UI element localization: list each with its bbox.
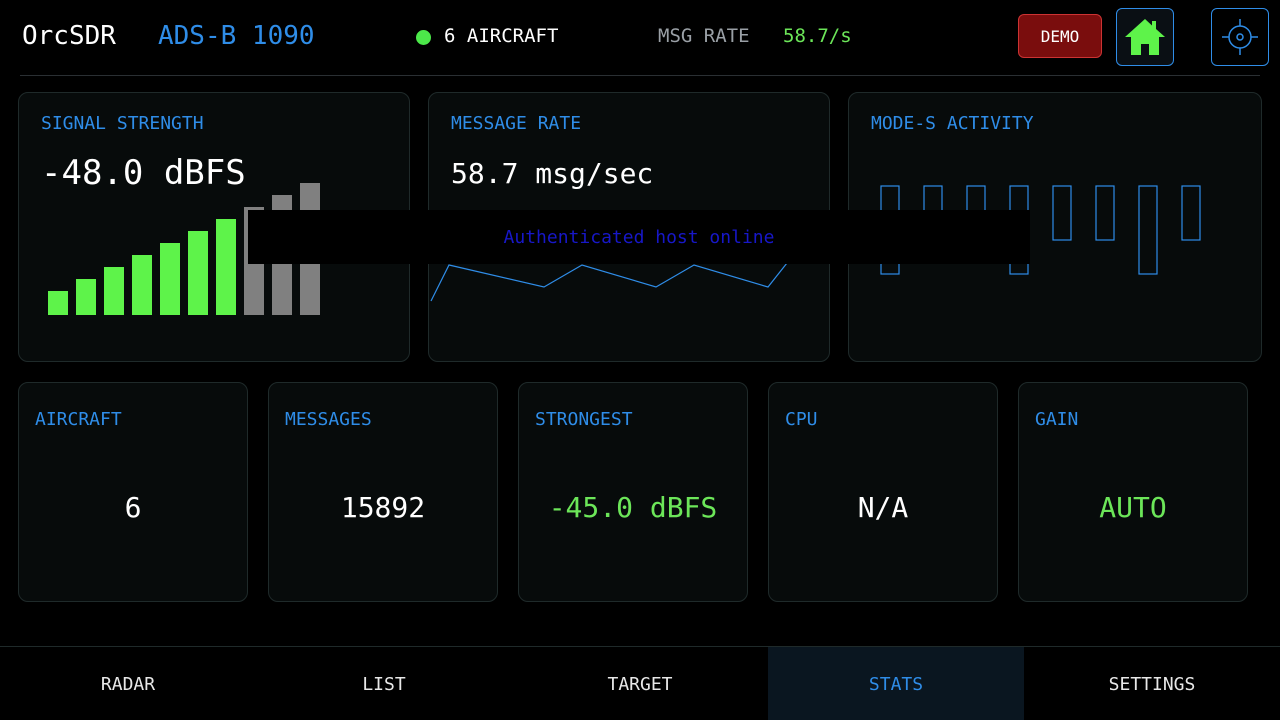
stat-tile-messages: MESSAGES 15892 [268, 382, 498, 602]
activity-bar [1095, 185, 1115, 241]
stat-title: MESSAGES [285, 409, 372, 430]
stat-tile-aircraft: AIRCRAFT 6 [18, 382, 248, 602]
bottom-nav: RADAR LIST TARGET STATS SETTINGS [0, 646, 1280, 720]
header-divider [20, 75, 1260, 76]
toast-notification: Authenticated host online [248, 210, 1030, 264]
home-icon [1125, 19, 1165, 55]
stat-tile-gain: GAIN AUTO [1018, 382, 1248, 602]
adsb-stats-screen: OrcSDR ADS-B 1090 6 AIRCRAFT MSG RATE 58… [0, 0, 1280, 720]
stat-title: STRONGEST [535, 409, 633, 430]
tab-radar[interactable]: RADAR [0, 647, 256, 720]
activity-bar [1181, 185, 1201, 241]
signal-bar [132, 255, 152, 315]
stat-title: CPU [785, 409, 818, 430]
signal-bar [104, 267, 124, 315]
demo-button[interactable]: DEMO [1018, 14, 1102, 58]
stat-value: -45.0 dBFS [548, 491, 718, 524]
stat-value: N/A [857, 491, 909, 524]
crosshair-icon [1222, 19, 1258, 55]
message-rate-line [430, 262, 788, 302]
stat-title: GAIN [1035, 409, 1079, 430]
tab-list[interactable]: LIST [256, 647, 512, 720]
msg-rate-label: MSG RATE [658, 25, 750, 47]
signal-bar [160, 243, 180, 315]
mode-label: ADS-B 1090 [158, 21, 315, 51]
stat-value: 15892 [340, 491, 426, 524]
stat-value: AUTO [1099, 491, 1167, 524]
stat-title: AIRCRAFT [35, 409, 122, 430]
locate-button[interactable] [1211, 8, 1269, 66]
aircraft-count: 6 AIRCRAFT [444, 25, 559, 47]
app-name: OrcSDR [22, 21, 116, 51]
signal-bar [76, 279, 96, 315]
msg-rate-value: 58.7/s [783, 25, 852, 47]
signal-bar [48, 291, 68, 315]
signal-bar [188, 231, 208, 315]
stat-tile-cpu: CPU N/A [768, 382, 998, 602]
status-dot-icon [416, 30, 431, 45]
activity-bar [1052, 185, 1072, 241]
stat-value: 6 [124, 491, 142, 524]
tab-stats[interactable]: STATS [768, 647, 1024, 720]
signal-bar [216, 219, 236, 315]
stat-tile-strongest: STRONGEST -45.0 dBFS [518, 382, 748, 602]
home-button[interactable] [1116, 8, 1174, 66]
activity-bar [1138, 185, 1158, 275]
tab-target[interactable]: TARGET [512, 647, 768, 720]
tab-settings[interactable]: SETTINGS [1024, 647, 1280, 720]
